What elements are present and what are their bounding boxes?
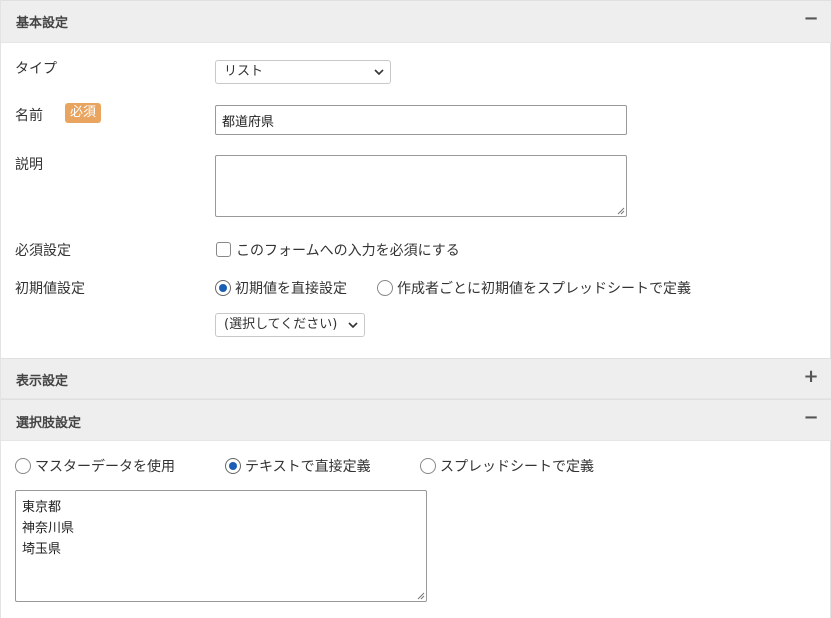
choices-textarea[interactable]: 東京都 神奈川県 埼玉県	[15, 490, 427, 602]
minus-icon[interactable]: −	[803, 408, 819, 428]
resize-grip-icon[interactable]	[417, 592, 425, 600]
choice-item: 埼玉県	[22, 542, 62, 557]
initial-spreadsheet-label[interactable]: 作成者ごとに初期値をスプレッドシートで定義	[397, 278, 691, 298]
initial-spreadsheet-radio[interactable]	[377, 280, 393, 296]
master-data-radio[interactable]	[15, 458, 31, 474]
choice-item: 東京都	[22, 500, 62, 515]
section-header-choices[interactable]: 選択肢設定 −	[1, 399, 831, 441]
required-badge: 必須	[65, 103, 102, 123]
name-label: 名前	[15, 108, 43, 124]
section-header-display[interactable]: 表示設定 +	[1, 358, 831, 399]
section-title-display: 表示設定	[16, 374, 69, 389]
text-direct-label[interactable]: テキストで直接定義	[245, 456, 371, 476]
section-title-choices: 選択肢設定	[16, 416, 82, 431]
name-input[interactable]: 都道府県	[215, 105, 627, 135]
description-label: 説明	[15, 157, 43, 173]
master-data-label[interactable]: マスターデータを使用	[35, 456, 175, 476]
initial-value-select[interactable]: (選択してください)	[215, 313, 365, 337]
chevron-down-icon	[348, 315, 358, 344]
form-settings-panel: 基本設定 − タイプ リスト 名前 必須 都道府県 説明 必須設定 このフォーム…	[0, 0, 831, 618]
section-title-basic: 基本設定	[16, 16, 69, 31]
type-select[interactable]: リスト	[215, 60, 391, 84]
type-select-value: リスト	[224, 64, 264, 79]
required-checkbox[interactable]	[216, 242, 231, 257]
initial-direct-radio[interactable]	[215, 280, 231, 296]
chevron-down-icon	[374, 62, 384, 91]
minus-icon[interactable]: −	[803, 9, 819, 29]
plus-icon[interactable]: +	[803, 367, 819, 387]
resize-grip-icon[interactable]	[617, 207, 625, 215]
choice-item: 神奈川県	[22, 521, 75, 536]
spreadsheet-label[interactable]: スプレッドシートで定義	[440, 456, 594, 476]
spreadsheet-radio[interactable]	[420, 458, 436, 474]
initial-value-label: 初期値設定	[15, 281, 85, 297]
text-direct-radio[interactable]	[225, 458, 241, 474]
required-checkbox-label[interactable]: このフォームへの入力を必須にする	[236, 240, 460, 260]
initial-value-select-value: (選択してください)	[224, 317, 338, 332]
initial-direct-label[interactable]: 初期値を直接設定	[235, 278, 347, 298]
type-label: タイプ	[15, 61, 57, 77]
required-setting-label: 必須設定	[15, 243, 71, 259]
section-header-basic[interactable]: 基本設定 −	[1, 0, 831, 43]
description-textarea[interactable]	[215, 155, 627, 217]
